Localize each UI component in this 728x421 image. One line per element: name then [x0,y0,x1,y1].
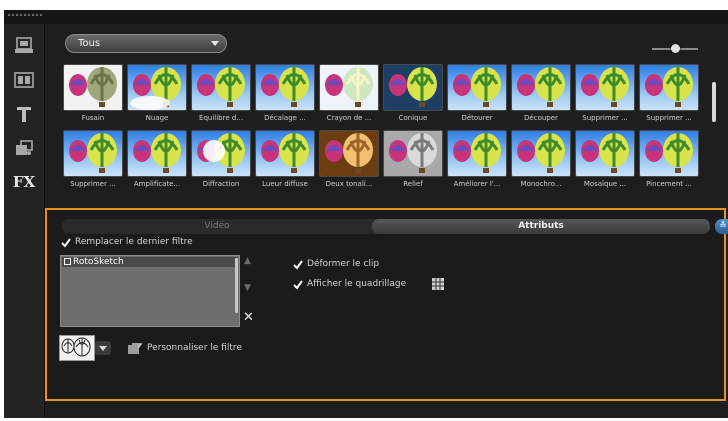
collapse-panel-icon[interactable]: ≛ [715,219,728,234]
filter-tile-label: Équilibre d... [199,114,243,122]
filter-thumbnail[interactable] [191,64,251,111]
filter-tile-label: Détourer [461,114,493,122]
options-panel: Vidéo Attributs ≛ Remplacer le dernier f… [45,208,728,401]
tab-video[interactable]: Vidéo [62,219,372,234]
filter-tile[interactable]: Deux tonali... [319,130,379,188]
grid-scrollbar[interactable] [712,82,716,122]
filter-tile-label: Conique [398,114,428,122]
filter-tile-label: Mosaïque ... [583,180,627,188]
filter-tile-label: Lueur diffuse [262,180,308,188]
filter-tile-label: Supprimer ... [646,114,692,122]
filter-tile[interactable]: Améliorer l'... [447,130,507,188]
filter-tile[interactable]: Fusain [63,64,123,122]
slider-thumb[interactable] [671,44,680,53]
chevron-down-icon [211,41,219,46]
filter-thumbnail[interactable] [383,64,443,111]
filter-tile[interactable]: Monochro... [511,130,571,188]
filter-thumbnail[interactable] [191,130,251,177]
transition-tool-icon[interactable] [12,136,36,160]
filter-tile[interactable]: Découper [511,64,571,122]
filter-thumbnail[interactable] [319,130,379,177]
filter-tile[interactable]: Relief [383,130,443,188]
filter-tile[interactable]: Crayon de ... [319,64,379,122]
filter-tile-label: Monochro... [520,180,562,188]
filter-thumbnail[interactable] [639,64,699,111]
filter-tile[interactable]: Amplificate... [127,130,187,188]
filter-thumbnail[interactable] [63,130,123,177]
filter-style-preview[interactable] [59,335,95,361]
list-scrollbar[interactable] [235,258,238,313]
filter-tile-label: Amplificate... [133,180,181,188]
filter-library: Tous Fusain Nuage Équilibre d... Décalag… [45,24,728,418]
options-tabbar: Vidéo Attributs [62,219,710,234]
filter-tile[interactable]: Diffraction [191,130,251,188]
filter-tile[interactable]: Détourer [447,64,507,122]
move-up-icon[interactable]: ▲ [244,256,251,266]
fx-filter-icon[interactable]: FX [12,170,36,194]
filter-thumbnail[interactable] [255,130,315,177]
filter-thumbnail[interactable] [319,64,379,111]
show-grid-checkbox[interactable] [293,280,303,290]
filter-tile[interactable]: Lueur diffuse [255,130,315,188]
filter-thumbnail[interactable] [447,64,507,111]
show-grid-label: Afficher le quadrillage [307,279,407,289]
filter-item-icon [64,258,71,265]
filter-tile-label: Décalage ... [264,114,306,122]
filter-thumbnail[interactable] [575,130,635,177]
filter-tile[interactable]: Supprimer ... [639,64,699,122]
filter-tile[interactable]: Supprimer ... [575,64,635,122]
style-dropdown-button[interactable] [95,341,111,355]
tab-attributes[interactable]: Attributs [372,219,710,234]
filter-tile[interactable]: Nuage [127,64,187,122]
filter-category-value: Tous [78,38,101,49]
filter-tile[interactable]: Pincement ... [639,130,699,188]
filter-thumbnail[interactable] [127,130,187,177]
filter-tile-label: Améliorer l'... [453,180,501,188]
customize-filter-icon[interactable] [127,341,143,360]
list-item-label: RotoSketch [73,257,124,267]
move-down-icon[interactable]: ▼ [244,283,251,293]
filter-tile-label: Pincement ... [646,180,692,188]
filter-tile-label: Diffraction [202,180,240,188]
filter-tile-label: Relief [403,180,423,188]
delete-filter-icon[interactable]: ✕ [243,310,254,325]
filter-thumbnail[interactable] [575,64,635,111]
filter-tile[interactable]: Décalage ... [255,64,315,122]
filter-tile-label: Crayon de ... [326,114,372,122]
filter-tile-label: Supprimer ... [582,114,628,122]
filter-thumbnail[interactable] [511,64,571,111]
filter-thumbnail[interactable] [255,64,315,111]
fx-library-window: FX Tous Fusain Nuage Équilibre d... Déca… [4,10,728,418]
left-toolbar: FX [4,24,45,418]
deform-clip-checkbox[interactable] [293,260,303,270]
filter-category-select[interactable]: Tous [65,34,227,53]
filter-thumbnail[interactable] [447,130,507,177]
deform-clip-label: Déformer le clip [307,259,380,269]
media-library-icon[interactable] [12,34,36,58]
filter-thumbnail[interactable] [511,130,571,177]
filter-tile-label: Nuage [145,114,169,122]
applied-filter-list[interactable]: RotoSketch [60,255,240,327]
filter-tile[interactable]: Équilibre d... [191,64,251,122]
filter-tile-label: Fusain [81,114,105,122]
filter-tile-label: Supprimer ... [70,180,116,188]
filter-thumbnail[interactable] [639,130,699,177]
title-tool-icon[interactable] [12,102,36,126]
filter-thumbnail[interactable] [63,64,123,111]
filter-tile[interactable]: Conique [383,64,443,122]
filter-thumbnail[interactable] [383,130,443,177]
customize-filter-button[interactable]: Personnaliser le filtre [147,343,242,353]
filter-tile-label: Découper [524,114,558,122]
instant-project-icon[interactable] [12,68,36,92]
filter-tile-label: Deux tonali... [325,180,373,188]
replace-last-filter-label: Remplacer le dernier filtre [75,237,193,247]
grip-handle[interactable] [8,14,42,16]
filter-tile[interactable]: Mosaïque ... [575,130,635,188]
filter-tile[interactable]: Supprimer ... [63,130,123,188]
grid-options-icon[interactable] [431,276,445,295]
replace-last-filter-checkbox[interactable] [61,238,71,248]
filter-thumbnail[interactable] [127,64,187,111]
title-strip [4,10,728,25]
list-item[interactable]: RotoSketch [62,257,238,267]
